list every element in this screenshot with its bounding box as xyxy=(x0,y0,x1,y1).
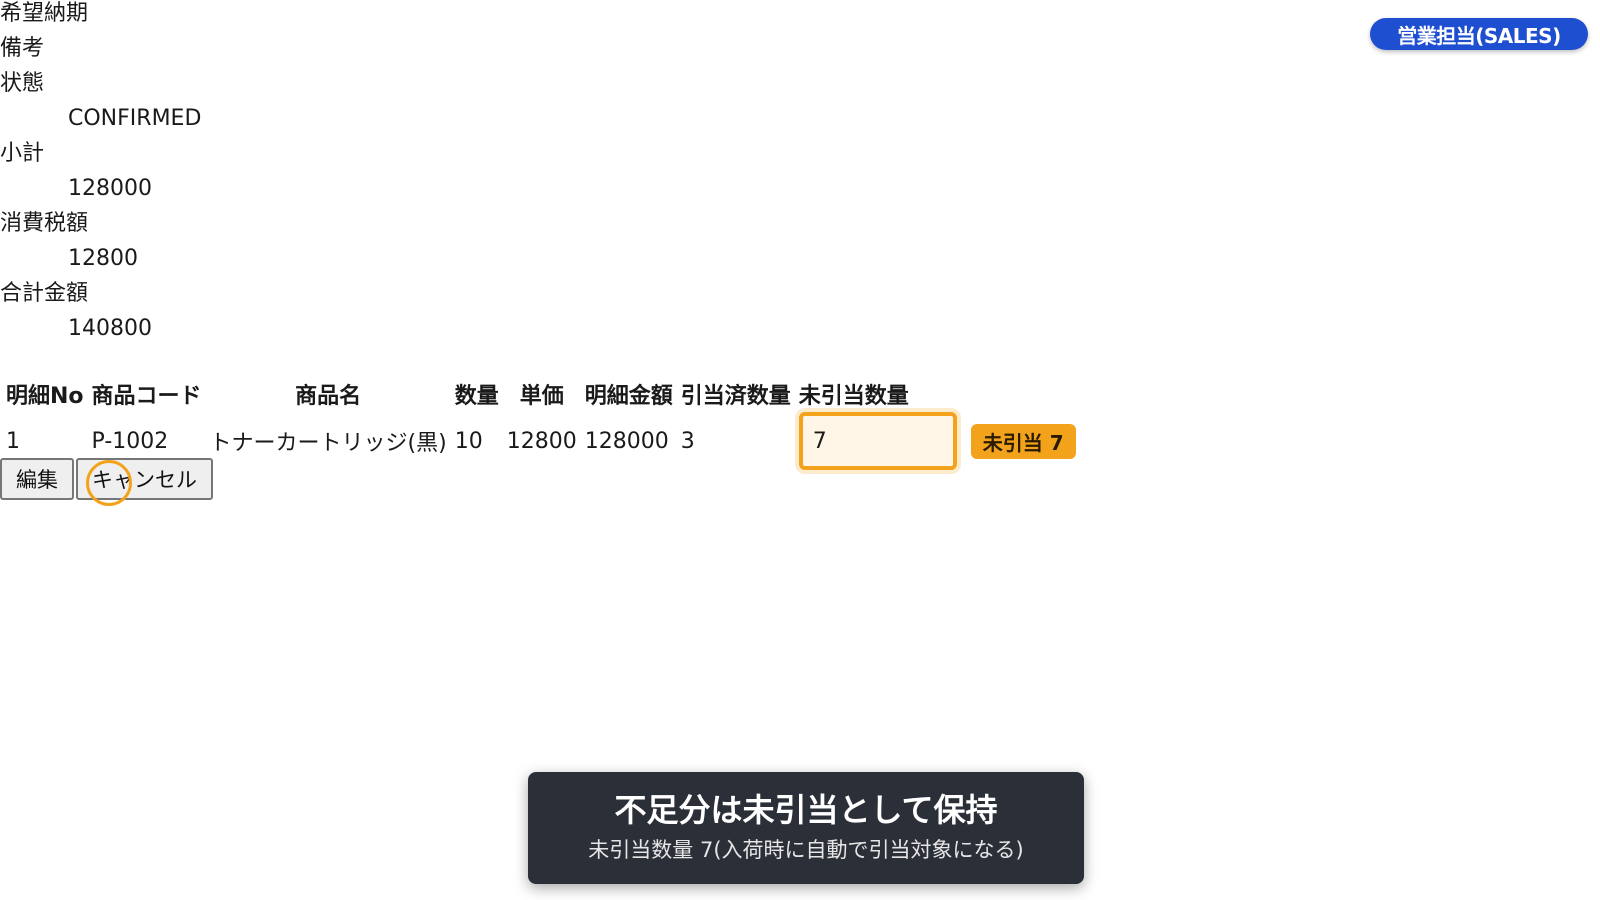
order-summary: 希望納期 備考 状態 CONFIRMED 小計 128000 消費税額 1280… xyxy=(0,0,201,346)
role-badge: 営業担当(SALES) xyxy=(1370,18,1588,50)
field-label-desired-delivery: 希望納期 xyxy=(0,1,89,26)
cell-quantity: 10 xyxy=(454,428,483,454)
cell-line-amount: 128000 xyxy=(584,428,669,454)
order-detail-page: 営業担当(SALES) 希望納期 備考 状態 CONFIRMED 小計 1280… xyxy=(0,0,1600,900)
cell-unallocated-qty xyxy=(795,412,961,470)
toast-subtitle: 未引当数量 7(入荷時に自動で引当対象になる) xyxy=(588,838,1024,862)
action-buttons: 編集 キャンセル xyxy=(0,458,213,500)
edit-button[interactable]: 編集 xyxy=(0,458,74,500)
field-value-total: 140800 xyxy=(68,316,152,341)
col-header-unallocated-qty: 未引当数量 xyxy=(798,384,909,409)
field-value-subtotal: 128000 xyxy=(68,176,152,201)
field-label-status: 状態 xyxy=(0,71,45,96)
order-lines-table: 明細No 商品コード 商品名 数量 単価 明細金額 引当済数量 未引当数量 1 … xyxy=(2,376,1080,470)
col-header-product-code: 商品コード xyxy=(91,384,202,409)
col-header-product-name: 商品名 xyxy=(295,384,362,409)
col-header-line-no: 明細No xyxy=(6,384,84,409)
cell-product-name: トナーカートリッジ(黒) xyxy=(209,431,447,456)
col-header-spacer xyxy=(961,376,1080,412)
field-label-total: 合計金額 xyxy=(0,281,89,306)
cell-allocated-qty: 3 xyxy=(680,428,695,454)
col-header-line-amount: 明細金額 xyxy=(584,384,673,409)
cancel-button[interactable]: キャンセル xyxy=(76,458,213,500)
unallocated-qty-input[interactable] xyxy=(798,412,957,470)
toast-title: 不足分は未引当として保持 xyxy=(614,791,998,829)
field-label-tax: 消費税額 xyxy=(0,211,89,236)
field-label-subtotal: 小計 xyxy=(0,141,45,166)
col-header-unit-price: 単価 xyxy=(519,384,564,409)
toast-notification: 不足分は未引当として保持 未引当数量 7(入荷時に自動で引当対象になる) xyxy=(528,772,1084,884)
col-header-quantity: 数量 xyxy=(454,384,499,409)
field-value-status: CONFIRMED xyxy=(68,106,202,131)
table-header-row: 明細No 商品コード 商品名 数量 単価 明細金額 引当済数量 未引当数量 xyxy=(2,376,1080,412)
field-label-remarks: 備考 xyxy=(0,36,45,61)
cell-unallocated-badge: 未引当 7 xyxy=(961,412,1080,470)
field-value-tax: 12800 xyxy=(68,246,138,271)
cell-unit-price: 12800 xyxy=(506,428,577,454)
col-header-allocated-qty: 引当済数量 xyxy=(680,384,791,409)
unallocated-badge: 未引当 7 xyxy=(970,423,1076,459)
